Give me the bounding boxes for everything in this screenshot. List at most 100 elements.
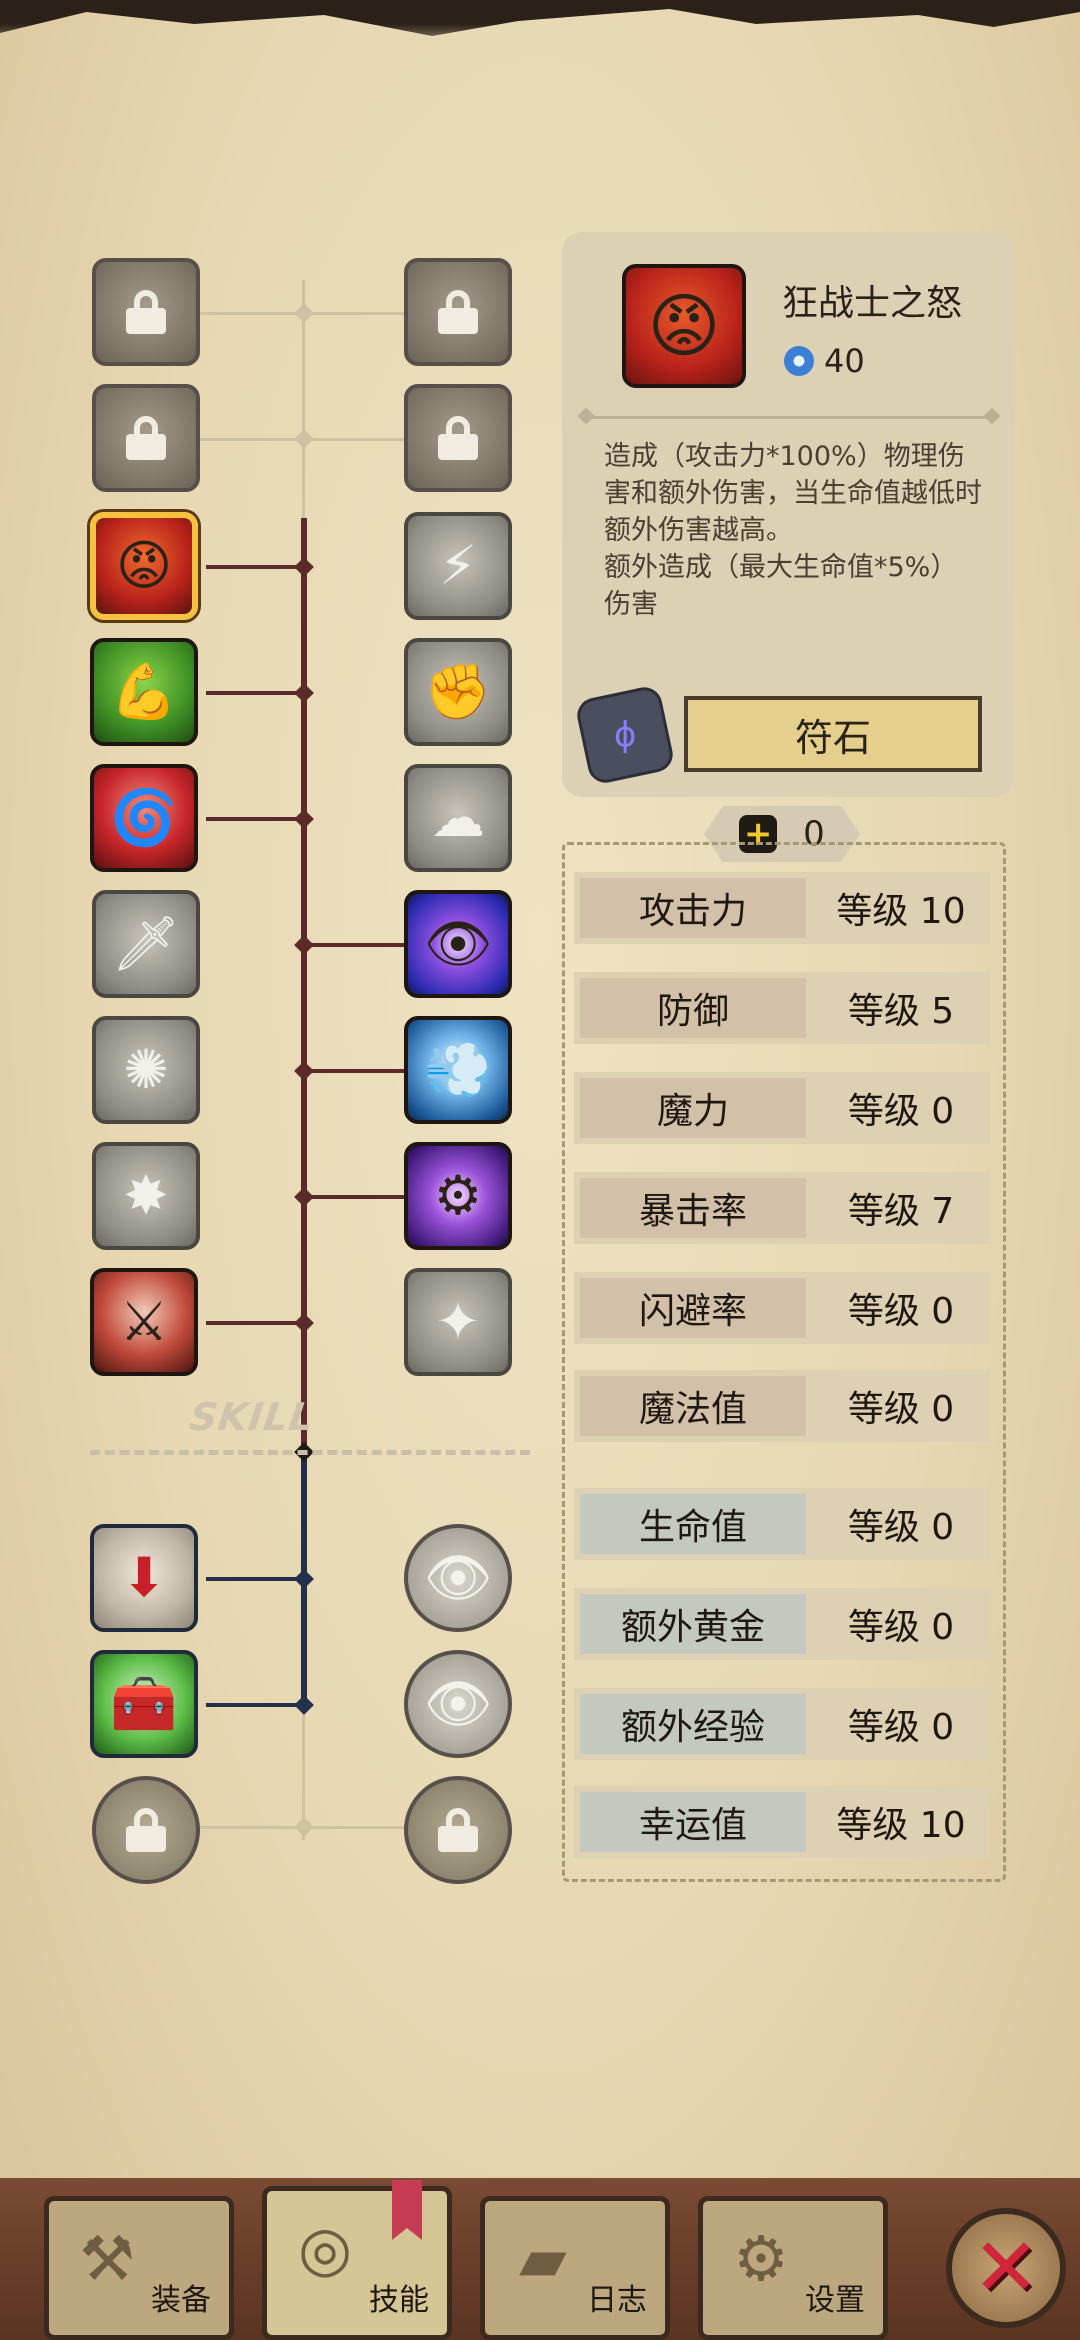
stat-level: 等级 0 xyxy=(847,1389,955,1430)
stat-name: 防御 xyxy=(580,978,806,1038)
skill-cost-value: 40 xyxy=(824,342,865,380)
wind-icon: 💨 xyxy=(424,1038,492,1101)
rage-face-icon: 😡 xyxy=(647,285,721,367)
skill-ring-icon: ◎ xyxy=(297,2212,353,2285)
stat-row-extra-gold[interactable]: 额外黄金 等级 0 xyxy=(574,1588,990,1660)
tree-node xyxy=(294,303,314,323)
stat-level: 等级 0 xyxy=(847,1607,955,1648)
drop-arrow-icon: ⬇ xyxy=(121,1546,167,1609)
tree-branch xyxy=(206,565,306,569)
stat-row-magic[interactable]: 魔力 等级 0 xyxy=(574,1072,990,1144)
skill-lightning-strike[interactable]: ⚡ xyxy=(404,512,512,620)
stat-name: 额外经验 xyxy=(580,1694,806,1754)
skill-treasure-grab[interactable]: 🧰 xyxy=(90,1650,198,1758)
nav-skills-button[interactable]: ◎ 技能 xyxy=(262,2186,452,2340)
stat-level: 等级 5 xyxy=(847,991,955,1032)
skill-slot-locked[interactable]: 👁 xyxy=(404,1650,512,1758)
axe-icon: ⚒ xyxy=(79,2222,135,2295)
flexed-arm-icon: 💪 xyxy=(110,660,178,723)
stat-row-attack[interactable]: 攻击力 等级 10 xyxy=(574,872,990,944)
skill-slot-locked[interactable] xyxy=(404,384,512,492)
smoke-icon: ☁ xyxy=(431,786,485,849)
tree-branch xyxy=(206,817,306,821)
skill-tree: SKILL 😡 ⚡ 💪 ✊ 🌀 ☁ 🗡 👁 ✺ 💨 ✸ ⚙ ⚔ ✦ ⬇ 👁 🧰 … xyxy=(0,0,560,1900)
stat-name: 幸运值 xyxy=(580,1792,806,1852)
skill-slot-locked[interactable] xyxy=(92,384,200,492)
tree-node xyxy=(294,429,314,449)
skill-power-flex[interactable]: 💪 xyxy=(90,638,198,746)
stat-name: 生命值 xyxy=(580,1494,806,1554)
skill-title: 狂战士之怒 xyxy=(782,283,963,324)
skill-slot-locked[interactable] xyxy=(404,1776,512,1884)
tree-node xyxy=(294,1817,314,1837)
lock-icon xyxy=(438,1808,478,1852)
slash-icon: 🌀 xyxy=(110,786,178,849)
skill-slot-locked[interactable] xyxy=(404,258,512,366)
skill-slot-locked[interactable] xyxy=(92,1776,200,1884)
tree-axis-offense xyxy=(301,518,307,1452)
tree-node xyxy=(294,1569,314,1589)
tree-node xyxy=(294,1695,314,1715)
nav-settings-button[interactable]: ⚙ 设置 xyxy=(698,2196,888,2340)
stat-row-crit[interactable]: 暴击率 等级 7 xyxy=(574,1172,990,1244)
lock-icon xyxy=(126,290,166,334)
stat-row-health[interactable]: 生命值 等级 0 xyxy=(574,1488,990,1560)
tree-node xyxy=(294,1187,314,1207)
lock-icon xyxy=(126,416,166,460)
nav-log-button[interactable]: ▰ 日志 xyxy=(480,2196,670,2340)
skill-description: 造成（攻击力*100%）物理伤害和额外伤害，当生命值越低时额外伤害越高。 额外造… xyxy=(604,441,982,620)
stat-row-mana[interactable]: 魔法值 等级 0 xyxy=(574,1370,990,1442)
skill-slot-locked[interactable] xyxy=(92,258,200,366)
nav-label: 日志 xyxy=(587,2283,647,2318)
tree-node xyxy=(294,1061,314,1081)
stat-level: 等级 0 xyxy=(847,1707,955,1748)
skill-loot-drop[interactable]: ⬇ xyxy=(90,1524,198,1632)
skill-section-divider xyxy=(90,1450,530,1455)
stat-row-defense[interactable]: 防御 等级 5 xyxy=(574,972,990,1044)
selected-skill-icon: 😡 xyxy=(622,264,746,388)
lock-icon xyxy=(126,1808,166,1852)
skill-earth-burst[interactable]: ✸ xyxy=(92,1142,200,1250)
stat-row-dodge[interactable]: 闪避率 等级 0 xyxy=(574,1272,990,1344)
skill-wind-blade[interactable]: 💨 xyxy=(404,1016,512,1124)
stat-level: 等级 7 xyxy=(847,1191,955,1232)
skill-sparkle-ghost[interactable]: ✦ xyxy=(404,1268,512,1376)
gear-icon: ⚙ xyxy=(733,2222,789,2295)
spin-icon: ✺ xyxy=(123,1038,169,1101)
treasure-chest-icon: 🧰 xyxy=(110,1672,178,1735)
skill-arcane-gear[interactable]: ⚙ xyxy=(404,1142,512,1250)
close-button[interactable]: ✕ xyxy=(946,2208,1066,2328)
skill-smoke-rush[interactable]: ☁ xyxy=(404,764,512,872)
journal-icon: ▰ xyxy=(519,2222,567,2295)
rune-button[interactable]: 符石 xyxy=(684,696,982,772)
gear-icon xyxy=(784,346,814,376)
tree-branch xyxy=(206,1703,306,1707)
tree-node xyxy=(294,809,314,829)
stat-level: 等级 10 xyxy=(836,891,966,932)
stat-row-luck[interactable]: 幸运值 等级 10 xyxy=(574,1786,990,1858)
stat-name: 额外黄金 xyxy=(580,1594,806,1654)
stat-name: 闪避率 xyxy=(580,1278,806,1338)
skill-spin-kick[interactable]: ✺ xyxy=(92,1016,200,1124)
rune-stone-icon[interactable]: ϕ xyxy=(573,683,677,787)
skill-berserker-rage[interactable]: 😡 xyxy=(90,512,198,620)
skill-slot-locked[interactable]: 👁 xyxy=(404,1524,512,1632)
tree-branch xyxy=(304,1069,410,1073)
skill-shadow-slash[interactable]: 🌀 xyxy=(90,764,198,872)
skill-blade-guard[interactable]: 🗡 xyxy=(92,890,200,998)
skill-info-card: 😡 狂战士之怒 40 造成（攻击力*100%）物理伤害和额外伤害，当生命值越低时… xyxy=(562,232,1014,797)
tree-branch xyxy=(206,1321,306,1325)
lightning-icon: ⚡ xyxy=(439,534,477,597)
skill-void-eye[interactable]: 👁 xyxy=(404,890,512,998)
skill-heavy-blade[interactable]: ⚔ xyxy=(90,1268,198,1376)
nav-equipment-button[interactable]: ⚒ 装备 xyxy=(44,2196,234,2340)
tree-branch xyxy=(304,943,410,947)
tree-node xyxy=(294,683,314,703)
nav-label: 技能 xyxy=(369,2283,429,2318)
skill-dash-punch[interactable]: ✊ xyxy=(404,638,512,746)
stat-name: 魔法值 xyxy=(580,1376,806,1436)
arcane-gear-icon: ⚙ xyxy=(433,1164,483,1227)
stat-row-extra-exp[interactable]: 额外经验 等级 0 xyxy=(574,1688,990,1760)
info-divider xyxy=(584,416,994,419)
stat-level: 等级 0 xyxy=(847,1291,955,1332)
